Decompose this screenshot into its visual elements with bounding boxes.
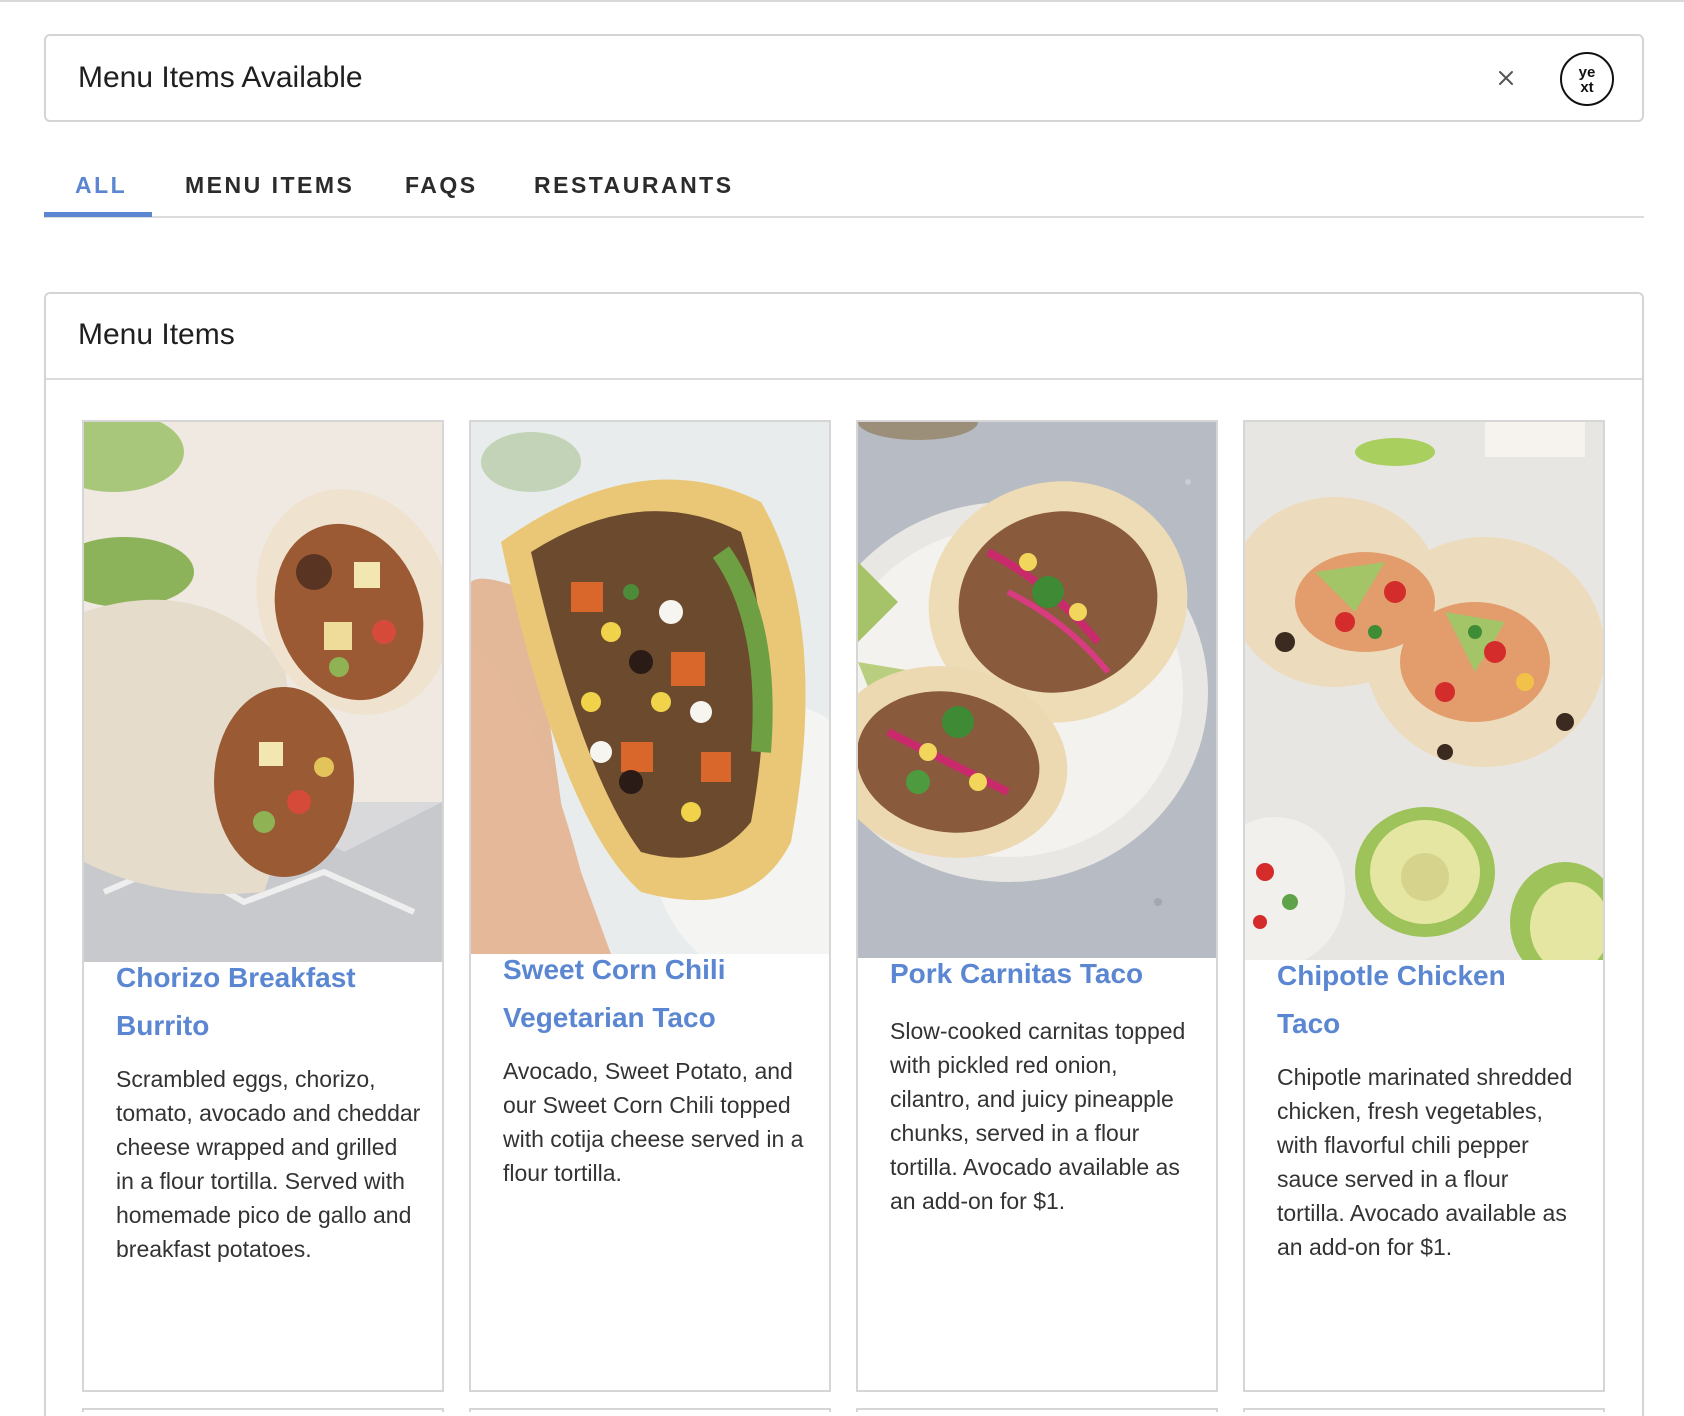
card-title-line: Burrito: [116, 1010, 210, 1041]
section-title: Menu Items: [78, 318, 235, 351]
card-description: Chipotle marinated shredded chicken, fre…: [1277, 1064, 1573, 1260]
card-title[interactable]: Chorizo Breakfast Burrito: [116, 954, 416, 1050]
menu-item-card[interactable]: Chorizo Breakfast Burrito Scrambled eggs…: [82, 420, 444, 1392]
card-description: Avocado, Sweet Potato, and our Sweet Cor…: [503, 1058, 804, 1186]
next-card-edge: [856, 1408, 1218, 1412]
card-title[interactable]: Sweet Corn Chili Vegetarian Taco: [503, 946, 803, 1042]
carnitas-taco-photo: [858, 422, 1216, 958]
menu-item-card[interactable]: Chipotle Chicken Taco Chipotle marinated…: [1243, 420, 1605, 1392]
active-tab-indicator: [44, 212, 152, 217]
card-title-line: Vegetarian Taco: [503, 1002, 716, 1033]
menu-item-card[interactable]: Pork Carnitas Taco Slow-cooked carnitas …: [856, 420, 1218, 1392]
yext-logo-icon: ye xt: [1579, 64, 1596, 96]
yext-logo[interactable]: ye xt: [1560, 52, 1614, 106]
next-card-edge: [469, 1408, 831, 1412]
section-header: Menu Items: [46, 294, 1642, 380]
card-title-line: Chipotle Chicken: [1277, 960, 1506, 991]
next-card-edge: [1243, 1408, 1605, 1412]
card-title[interactable]: Pork Carnitas Taco: [890, 950, 1190, 998]
card-title-line: Taco: [1277, 1008, 1341, 1039]
clear-search-button[interactable]: [1486, 58, 1526, 98]
next-card-edge: [82, 1408, 444, 1412]
logo-text-bottom: xt: [1580, 79, 1593, 96]
card-title-line: Chorizo Breakfast: [116, 962, 356, 993]
tab-menu-items[interactable]: MENU ITEMS: [185, 172, 354, 218]
card-description: Slow-cooked carnitas topped with pickled…: [890, 1018, 1186, 1214]
top-divider: [0, 0, 1684, 2]
card-title[interactable]: Chipotle Chicken Taco: [1277, 952, 1577, 1048]
menu-items-section: Menu Items Chorizo Breakfast Burrito Scr…: [44, 292, 1644, 1416]
card-title-line: Pork Carnitas Taco: [890, 958, 1144, 989]
card-description: Scrambled eggs, chorizo, tomato, avocado…: [116, 1066, 421, 1262]
vertical-tabs: ALL MENU ITEMS FAQS RESTAURANTS: [44, 160, 1644, 218]
close-icon: [1499, 71, 1513, 85]
tab-restaurants[interactable]: RESTAURANTS: [534, 172, 734, 218]
search-bar: ye xt: [44, 34, 1644, 122]
veggie-taco-photo: [471, 422, 829, 954]
card-title-line: Sweet Corn Chili: [503, 954, 726, 985]
burrito-photo: [84, 422, 442, 962]
menu-item-card[interactable]: Sweet Corn Chili Vegetarian Taco Avocado…: [469, 420, 831, 1392]
tab-faqs[interactable]: FAQS: [405, 172, 478, 218]
chicken-taco-photo: [1245, 422, 1603, 960]
search-input[interactable]: [78, 54, 1458, 102]
